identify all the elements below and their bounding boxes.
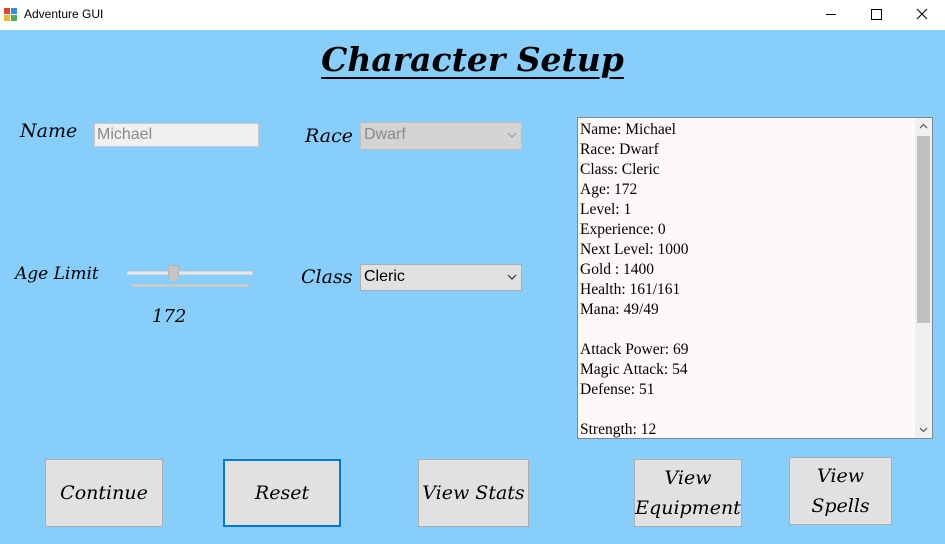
stats-line[interactable]: Class: Cleric (580, 160, 932, 180)
name-label: Name (20, 120, 78, 142)
close-icon (916, 8, 928, 20)
stats-listbox[interactable]: Name: Michael Race: Dwarf Class: Cleric Age… (577, 117, 933, 439)
maximize-button[interactable] (853, 0, 899, 30)
stats-line[interactable] (580, 400, 932, 420)
age-limit-label: Age Limit (15, 264, 99, 284)
view-stats-button-label: View Stats (422, 482, 525, 504)
stats-list: Name: Michael Race: Dwarf Class: Cleric Age… (578, 118, 932, 438)
stats-line[interactable]: Mana: 49/49 (580, 300, 932, 320)
stats-line[interactable]: Level: 1 (580, 200, 932, 220)
minimize-button[interactable] (808, 0, 854, 30)
class-label: Class (301, 266, 353, 288)
view-spells-button-label: View Spells (811, 465, 870, 517)
stats-scrollbar[interactable] (915, 118, 932, 438)
stats-line[interactable]: Race: Dwarf (580, 140, 932, 160)
minimize-icon (826, 14, 836, 15)
close-button[interactable] (899, 0, 945, 30)
scroll-up-icon[interactable] (919, 123, 928, 129)
stats-line[interactable]: Health: 161/161 (580, 280, 932, 300)
view-equipment-button-label-line2: Equipment (635, 497, 741, 519)
stats-line[interactable]: Gold : 1400 (580, 260, 932, 280)
scroll-down-icon[interactable] (919, 427, 928, 433)
view-spells-button[interactable]: View Spells (789, 457, 892, 525)
app-icon (3, 7, 18, 22)
chevron-down-icon (507, 132, 517, 138)
stats-line[interactable]: Magic Attack: 54 (580, 360, 932, 380)
reset-button-label: Reset (254, 482, 310, 504)
continue-button[interactable]: Continue (45, 459, 163, 527)
stats-line[interactable]: Experience: 0 (580, 220, 932, 240)
age-slider-thumb[interactable] (168, 265, 179, 283)
stats-line[interactable]: Attack Power: 69 (580, 340, 932, 360)
class-select[interactable]: Cleric (360, 264, 522, 291)
view-equipment-button-label-line1: View (664, 467, 712, 489)
stats-line[interactable]: Age: 172 (580, 180, 932, 200)
stats-line[interactable]: Next Level: 1000 (580, 240, 932, 260)
reset-button[interactable]: Reset (223, 459, 341, 527)
stats-line[interactable]: Strength: 12 (580, 420, 932, 438)
view-stats-button[interactable]: View Stats (418, 459, 529, 527)
stats-line[interactable] (580, 320, 932, 340)
stats-line[interactable]: Name: Michael (580, 120, 932, 140)
page-title: Character Setup (321, 40, 624, 79)
chevron-down-icon (507, 274, 517, 280)
scrollbar-thumb[interactable] (917, 136, 930, 323)
age-slider-track[interactable] (127, 271, 253, 275)
stats-line[interactable]: Defense: 51 (580, 380, 932, 400)
race-select[interactable]: Dwarf (360, 122, 522, 150)
race-label: Race (305, 125, 353, 147)
age-value-label: 172 (152, 306, 187, 327)
maximize-icon (871, 9, 882, 20)
age-slider-tick-bar (131, 284, 249, 287)
race-select-value: Dwarf (364, 126, 406, 143)
view-equipment-button[interactable]: View Equipment (634, 459, 742, 527)
name-input[interactable]: Michael (94, 123, 259, 147)
window-title: Adventure GUI (24, 7, 104, 21)
continue-button-label: Continue (60, 482, 148, 504)
title-bar: Adventure GUI (0, 0, 945, 30)
class-select-value: Cleric (364, 268, 405, 285)
